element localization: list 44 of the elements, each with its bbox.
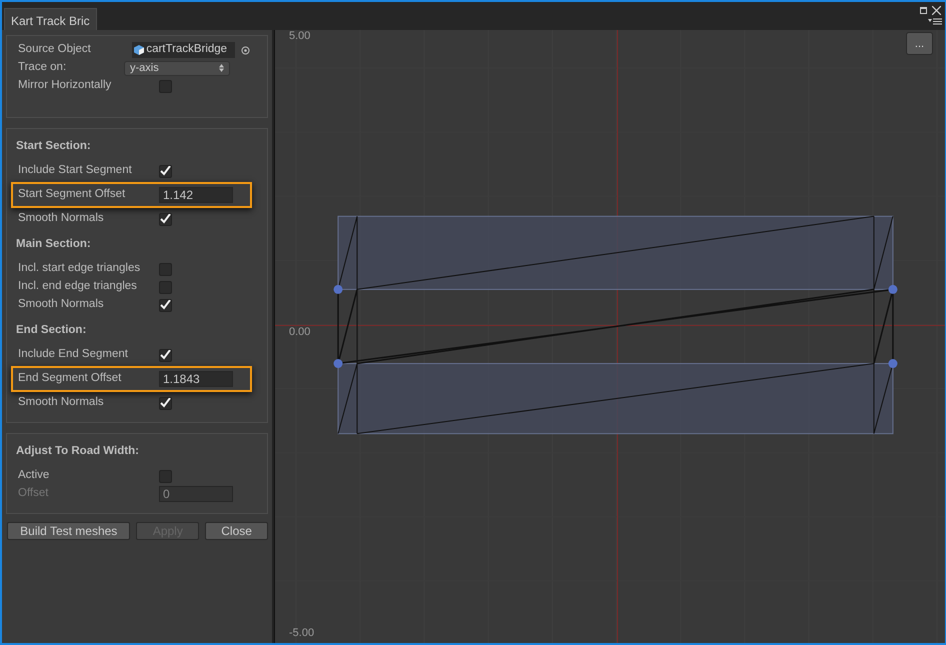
checkbox[interactable]	[159, 80, 172, 92]
axis-label: 0.00	[289, 326, 310, 339]
dropdown[interactable]: y-axis	[124, 60, 230, 76]
field-label: Mirror Horizontally	[18, 78, 112, 94]
input-field[interactable]: 1.142	[159, 187, 233, 203]
field-label: Smooth Normals	[18, 395, 105, 410]
checkbox[interactable]	[159, 262, 172, 276]
field-label: Smooth Normals	[18, 297, 105, 312]
axis-label: 5.00	[289, 30, 310, 43]
cube-icon	[134, 45, 144, 55]
field-label: End Segment Offset	[18, 371, 122, 386]
field-label: Include End Segment	[18, 347, 129, 362]
more-button[interactable]: ...	[906, 32, 933, 55]
updown-arrow-icon	[219, 64, 224, 72]
window-tab[interactable]: Kart Track Bric	[4, 8, 97, 30]
field-label: Start Segment Offset	[18, 187, 126, 202]
field-label: Offset	[18, 486, 50, 502]
checkbox[interactable]	[159, 396, 172, 410]
object-picker-icon[interactable]	[241, 46, 250, 54]
section-title: Adjust To Road Width:	[16, 444, 140, 460]
close-icon[interactable]	[932, 6, 941, 15]
section-title: Main Section:	[16, 237, 92, 252]
field-label: Trace on:	[18, 60, 68, 76]
checkbox[interactable]	[159, 298, 172, 312]
checkbox[interactable]	[159, 280, 172, 294]
section-title: Start Section:	[16, 139, 92, 154]
field-label: Include Start Segment	[18, 163, 133, 178]
field-label: Incl. start edge triangles	[18, 261, 142, 276]
checkbox[interactable]	[159, 212, 172, 226]
checkbox[interactable]	[159, 470, 172, 482]
axis-label: -5.00	[289, 627, 314, 640]
object-field[interactable]: cartTrackBridge	[132, 42, 236, 58]
field-label: Source Object	[18, 42, 92, 58]
field-label: Incl. end edge triangles	[18, 279, 138, 294]
section-title: End Section:	[16, 323, 88, 338]
checkbox[interactable]	[159, 348, 172, 362]
menu-icon[interactable]	[928, 18, 942, 25]
field-label: Smooth Normals	[18, 211, 105, 226]
field-label: Active	[18, 468, 50, 484]
input-field[interactable]: 1.1843	[159, 371, 233, 387]
checkbox[interactable]	[159, 164, 172, 178]
action-button[interactable]: Build Test meshes	[7, 522, 130, 540]
maximize-icon[interactable]	[920, 7, 927, 14]
action-button[interactable]: Close	[205, 522, 268, 540]
